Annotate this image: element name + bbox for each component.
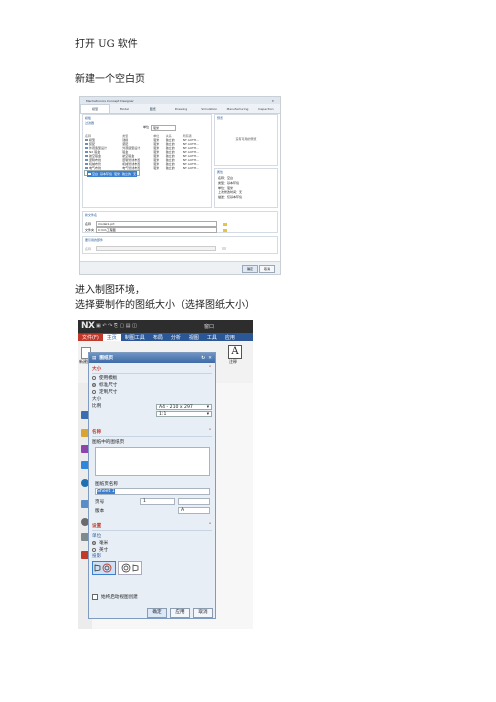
page-number-label: 页号 [95, 500, 105, 505]
template-section: 模板 过滤器 单位 毫米 名称 类型 单位 关系 所有者 模型 建模 毫米 独立的 NT… [82, 114, 212, 208]
doc-text-enter-drafting: 进入制图环境， [75, 285, 145, 296]
unit-select[interactable]: 毫米 [151, 125, 177, 131]
note-label[interactable]: 注释 [229, 359, 237, 365]
revision-label: 版本 [95, 509, 105, 514]
menu-home[interactable]: 主页 [102, 333, 121, 341]
menu-analysis[interactable]: 分析 [167, 334, 185, 341]
new-file-title-bar: Mechatronics Concept Designer ✕ [80, 97, 280, 104]
settings-group-header[interactable]: 设置 [92, 523, 101, 529]
nx-titlebar: NX ▣ ↶ ↷ ⎘ ▢ ▤ ◫ 窗口 [78, 320, 253, 333]
auto-view-row[interactable]: 始终启动视图创建 [92, 594, 138, 600]
sheet-name-input[interactable]: Sheet 1 [95, 488, 210, 495]
preview-section: 预览 没有可用的预览 [214, 114, 278, 166]
existing-sheets-list[interactable] [95, 447, 210, 476]
close-icon[interactable]: ✕ [208, 356, 212, 361]
ref-name-input[interactable] [96, 246, 216, 251]
collapse-icon[interactable]: ⌃ [208, 366, 212, 372]
third-angle-projection-icon[interactable] [118, 561, 142, 575]
doc-text-open-ug: 打开 UG 软件 [75, 39, 138, 50]
size-group-header[interactable]: 大小 [92, 366, 101, 372]
prop-desc: 描述：仅基本环境 [218, 195, 243, 200]
tab-drawing[interactable]: Drawing [167, 105, 195, 113]
menu-application[interactable]: 应用 [221, 334, 239, 341]
auto-view-label: 始终启动视图创建 [101, 595, 138, 600]
cancel-button[interactable]: 取消 [193, 608, 213, 618]
existing-sheets-label: 图纸中的图纸页 [92, 440, 125, 445]
auto-view-checkbox[interactable] [92, 594, 98, 600]
new-filename-section: 新文件名 名称 model1.prt 文件夹 C:\lin\工程图 [82, 211, 278, 233]
tab-model[interactable]: Model [110, 105, 138, 113]
preview-empty-text: 没有可用的预览 [235, 137, 257, 141]
tab-model-cn[interactable]: 模型 [80, 104, 111, 113]
table-row-selected[interactable]: 空白 基本环境 毫米 独立的无 [84, 170, 141, 177]
radio-use-template[interactable]: 使用模板 [92, 374, 212, 381]
window-title: Mechatronics Concept Designer [86, 98, 134, 103]
menu-tools[interactable]: 工具 [203, 334, 221, 341]
menu-file[interactable]: 文件(F) [78, 333, 103, 341]
first-angle-projection-icon[interactable] [92, 561, 116, 575]
window-menu[interactable]: 窗口 [204, 323, 214, 330]
reference-part-header: 要引用的部件 [85, 238, 104, 242]
sheet-dialog-title: 图纸页 [99, 356, 114, 361]
ok-button[interactable]: 确定 [147, 608, 167, 618]
template-table: 名称 类型 单位 关系 所有者 模型 建模 毫米 独立的 NT AUTH... 装配 装配… [84, 134, 210, 177]
radio-mm[interactable]: 毫米 [92, 539, 212, 546]
reset-icon[interactable]: ↻ [201, 356, 205, 361]
radio-standard-size[interactable]: 标准尺寸 [92, 381, 212, 388]
scale-select[interactable]: 1:1 ▾ [156, 411, 212, 417]
quick-access-icons[interactable]: ▣ ↶ ↷ ⎘ ▢ ▤ ◫ [96, 323, 137, 329]
ref-name-label: 名称 [85, 246, 92, 251]
ok-button[interactable]: 确定 [242, 265, 258, 273]
folder-icon[interactable] [223, 222, 227, 226]
doc-text-new-blank: 新建一个空白页 [75, 74, 145, 85]
settings-group: 设置 ⌃ 单位 毫米 英寸 投影 [92, 523, 212, 575]
radio-custom-size[interactable]: 定制尺寸 [92, 388, 212, 395]
sheet-dialog-footer: 确定 应用 取消 [89, 606, 215, 618]
tab-drawing-cn[interactable]: 图纸 [139, 105, 167, 113]
menu-view[interactable]: 视图 [185, 334, 203, 341]
cancel-button[interactable]: 取消 [259, 265, 275, 273]
name-group: 名称 ⌃ 图纸中的图纸页 图纸页名称 Sheet 1 页号 1 版本 A [92, 429, 212, 514]
name-label: 名称 [85, 222, 92, 226]
scale-label: 比例 [92, 403, 102, 409]
sheet-dialog: ▤ 图纸页 ↻ ✕ 大小 ⌃ 使用模板 标准尺寸 定制尺寸 大小 比例 A4 - … [88, 352, 216, 619]
sheet-name-label: 图纸页名称 [95, 482, 118, 487]
page-number-input[interactable]: 1 [140, 498, 175, 505]
preview-header: 预览 [217, 116, 224, 120]
revision-input[interactable]: A [178, 507, 210, 514]
radio-inch[interactable]: 英寸 [92, 546, 212, 553]
folder-input[interactable]: C:\lin\工程图 [96, 227, 217, 233]
page-suffix-input[interactable] [178, 498, 210, 505]
size-select[interactable]: A4 - 210 x 297 ▾ [156, 404, 212, 410]
unit-label: 单位 [143, 125, 150, 129]
size-row: 大小 [92, 395, 212, 402]
folder-label: 文件夹 [85, 228, 95, 232]
tab-inspection[interactable]: Inspection [252, 105, 280, 113]
doc-text-choose-size: 选择要制作的图纸大小（选择图纸大小） [75, 300, 255, 311]
name-group-header[interactable]: 名称 [92, 429, 101, 435]
reference-part-section: 要引用的部件 名称 [82, 236, 278, 254]
tab-simulation[interactable]: Simulation [195, 105, 223, 113]
sheet-dialog-titlebar: ▤ 图纸页 ↻ ✕ [89, 353, 215, 363]
tab-manufacturing[interactable]: Manufacturing [223, 105, 251, 113]
size-label: 大小 [92, 396, 102, 402]
menu-layout[interactable]: 布局 [149, 334, 167, 341]
menu-drafting-tools[interactable]: 制图工具 [121, 334, 149, 341]
dialog-footer: 确定 取消 [80, 261, 280, 274]
nx-logo: NX [81, 321, 95, 331]
apply-button[interactable]: 应用 [170, 608, 190, 618]
new-file-dialog-screenshot: Mechatronics Concept Designer ✕ 模型 Model… [79, 96, 281, 275]
close-icon[interactable]: ✕ [271, 99, 274, 103]
projection-label: 投影 [92, 554, 102, 559]
folder-browse-icon[interactable] [223, 228, 227, 232]
new-filename-header: 新文件名 [85, 213, 98, 217]
nx-menu-bar: 文件(F) 主页 制图工具 布局 分析 视图 工具 应用 [78, 333, 253, 341]
size-group: 大小 ⌃ 使用模板 标准尺寸 定制尺寸 大小 比例 A4 - 210 x 297 ▾… [92, 366, 212, 417]
note-icon[interactable]: A [228, 345, 242, 359]
collapse-icon[interactable]: ⌃ [208, 429, 212, 435]
ref-browse-icon[interactable] [222, 247, 226, 250]
collapse-icon[interactable]: ⌃ [208, 523, 212, 529]
properties-section: 属性 名称：空白 类型：基本环境 单位：毫米 上次修改时间：无 描述：仅基本环境 [214, 168, 278, 208]
template-tabs: 模型 Model 图纸 Drawing Simulation Manufactu… [80, 104, 280, 114]
